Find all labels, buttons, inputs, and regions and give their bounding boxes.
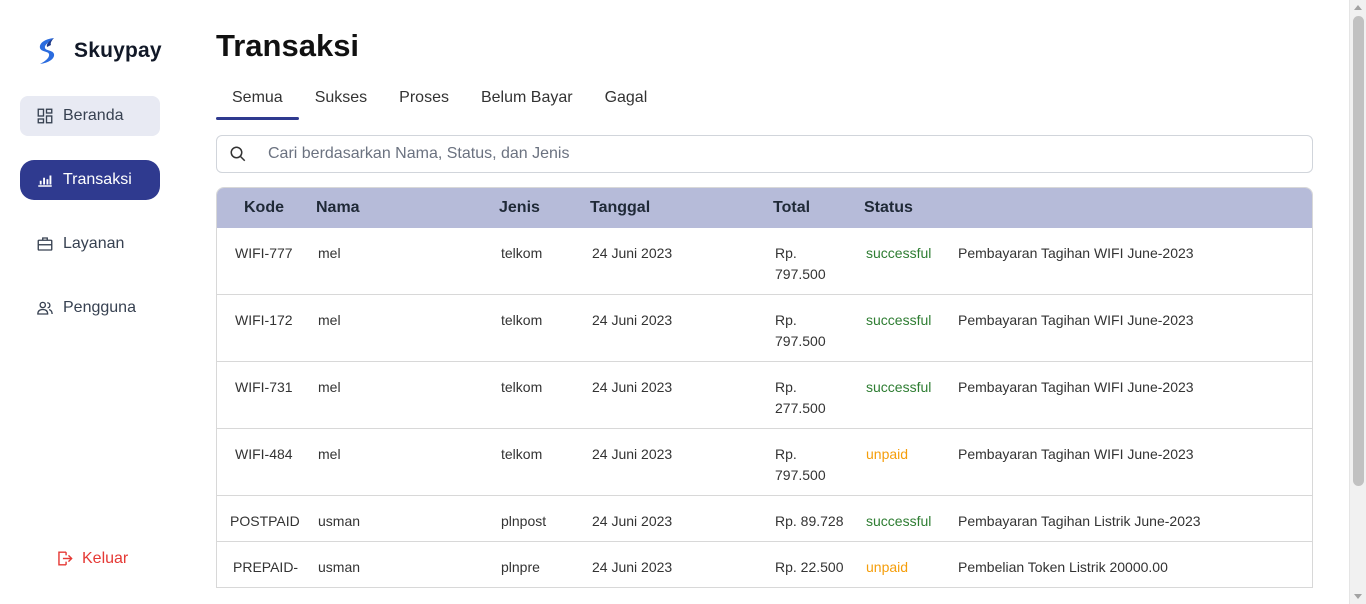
cell-kode: WIFI-777 bbox=[235, 245, 293, 261]
cell-status: successful bbox=[866, 245, 932, 261]
column-header-jenis[interactable]: Jenis bbox=[499, 199, 540, 217]
table-row[interactable]: WIFI-172 mel telkom 24 Juni 2023 Rp. 797… bbox=[217, 295, 1312, 362]
page-scrollbar[interactable] bbox=[1349, 0, 1366, 604]
cell-keterangan: Pembayaran Tagihan Listrik June-2023 bbox=[958, 513, 1201, 529]
column-header-nama[interactable]: Nama bbox=[316, 199, 360, 217]
logout-icon bbox=[58, 551, 73, 566]
column-header-tanggal[interactable]: Tanggal bbox=[590, 199, 650, 217]
scroll-up-arrow-icon[interactable] bbox=[1354, 5, 1362, 10]
cell-total: Rp. 22.500 bbox=[775, 559, 844, 575]
cell-jenis: telkom bbox=[501, 312, 543, 328]
column-header-kode[interactable]: Kode bbox=[244, 199, 284, 217]
cell-tanggal: 24 Juni 2023 bbox=[592, 312, 673, 328]
skuypay-logo-icon bbox=[39, 38, 55, 64]
cell-keterangan: Pembayaran Tagihan WIFI June-2023 bbox=[958, 245, 1194, 261]
sidebar-item-transaksi[interactable]: Transaksi bbox=[20, 160, 160, 200]
search-icon bbox=[230, 146, 246, 162]
cell-nama: usman bbox=[318, 559, 361, 575]
cell-tanggal: 24 Juni 2023 bbox=[592, 446, 673, 462]
tab-gagal[interactable]: Gagal bbox=[589, 84, 664, 120]
cell-nama: mel bbox=[318, 446, 341, 462]
cell-jenis: telkom bbox=[501, 379, 543, 395]
tab-proses[interactable]: Proses bbox=[383, 84, 465, 120]
sidebar-item-beranda[interactable]: Beranda bbox=[20, 96, 160, 136]
cell-keterangan: Pembayaran Tagihan WIFI June-2023 bbox=[958, 379, 1194, 395]
cell-jenis: plnpre bbox=[501, 559, 540, 575]
cell-tanggal: 24 Juni 2023 bbox=[592, 245, 673, 261]
sidebar-item-label: Pengguna bbox=[63, 299, 136, 316]
cell-tanggal: 24 Juni 2023 bbox=[592, 379, 673, 395]
search-input[interactable] bbox=[268, 145, 1268, 163]
cell-kode: WIFI-731 bbox=[235, 379, 293, 395]
users-icon bbox=[37, 301, 53, 315]
cell-kode: POSTPAID bbox=[230, 513, 300, 529]
dashboard-icon bbox=[37, 108, 53, 124]
column-header-status[interactable]: Status bbox=[864, 199, 913, 217]
sidebar-item-label: Layanan bbox=[63, 235, 125, 252]
search-bar bbox=[216, 135, 1313, 173]
cell-jenis: plnpost bbox=[501, 513, 547, 529]
cell-kode: WIFI-484 bbox=[235, 446, 293, 462]
cell-status: successful bbox=[866, 379, 932, 395]
scrollbar-thumb[interactable] bbox=[1353, 16, 1364, 486]
cell-jenis: telkom bbox=[501, 245, 543, 261]
brand[interactable]: Skuypay bbox=[34, 36, 162, 66]
table-row[interactable]: WIFI-484 mel telkom 24 Juni 2023 Rp. 797… bbox=[217, 429, 1312, 496]
bar-chart-icon bbox=[38, 175, 52, 187]
cell-jenis: telkom bbox=[501, 446, 543, 462]
cell-total: Rp. 89.728 bbox=[775, 513, 844, 529]
sidebar-item-label: Transaksi bbox=[63, 171, 132, 188]
cell-kode: WIFI-172 bbox=[235, 312, 293, 328]
tab-belum-bayar[interactable]: Belum Bayar bbox=[465, 84, 589, 120]
cell-total: Rp. 797.500 bbox=[775, 446, 826, 483]
cell-tanggal: 24 Juni 2023 bbox=[592, 559, 673, 575]
table-row[interactable]: WIFI-777 mel telkom 24 Juni 2023 Rp. 797… bbox=[217, 228, 1312, 295]
scroll-down-arrow-icon[interactable] bbox=[1354, 594, 1362, 599]
table-row[interactable]: POSTPAID usman plnpost 24 Juni 2023 Rp. … bbox=[217, 496, 1312, 542]
column-header-total[interactable]: Total bbox=[773, 199, 810, 217]
cell-status: unpaid bbox=[866, 559, 909, 575]
briefcase-icon bbox=[37, 237, 53, 251]
sidebar-item-pengguna[interactable]: Pengguna bbox=[20, 288, 160, 328]
brand-name: Skuypay bbox=[74, 39, 162, 62]
sidebar-item-layanan[interactable]: Layanan bbox=[20, 224, 160, 264]
tab-semua[interactable]: Semua bbox=[216, 84, 299, 120]
cell-kode: PREPAID- bbox=[233, 559, 299, 575]
table-row[interactable]: WIFI-731 mel telkom 24 Juni 2023 Rp. 277… bbox=[217, 362, 1312, 429]
cell-keterangan: Pembayaran Tagihan WIFI June-2023 bbox=[958, 312, 1194, 328]
logout-label: Keluar bbox=[82, 549, 129, 567]
tab-sukses[interactable]: Sukses bbox=[299, 84, 383, 120]
cell-nama: mel bbox=[318, 312, 341, 328]
page-title: Transaksi bbox=[216, 28, 360, 63]
table-header: Kode Nama Jenis Tanggal Total Status bbox=[217, 188, 1312, 228]
cell-nama: mel bbox=[318, 379, 341, 395]
cell-total: Rp. 277.500 bbox=[775, 379, 826, 416]
table-row[interactable]: PREPAID- usman plnpre 24 Juni 2023 Rp. 2… bbox=[217, 542, 1312, 588]
cell-nama: usman bbox=[318, 513, 361, 529]
cell-total: Rp. 797.500 bbox=[775, 312, 826, 349]
cell-keterangan: Pembayaran Tagihan WIFI June-2023 bbox=[958, 446, 1194, 462]
status-tabs: Semua Sukses Proses Belum Bayar Gagal bbox=[216, 84, 663, 120]
logout-button[interactable]: Keluar bbox=[55, 549, 128, 568]
cell-status: successful bbox=[866, 513, 932, 529]
transactions-table: Kode Nama Jenis Tanggal Total Status WIF… bbox=[216, 187, 1313, 588]
cell-status: successful bbox=[866, 312, 932, 328]
cell-tanggal: 24 Juni 2023 bbox=[592, 513, 673, 529]
cell-nama: mel bbox=[318, 245, 341, 261]
cell-status: unpaid bbox=[866, 446, 909, 462]
cell-total: Rp. 797.500 bbox=[775, 245, 826, 282]
cell-keterangan: Pembelian Token Listrik 20000.00 bbox=[958, 559, 1168, 575]
sidebar: Skuypay Beranda Transaksi Layanan Penggu… bbox=[0, 0, 180, 604]
sidebar-item-label: Beranda bbox=[63, 107, 124, 124]
